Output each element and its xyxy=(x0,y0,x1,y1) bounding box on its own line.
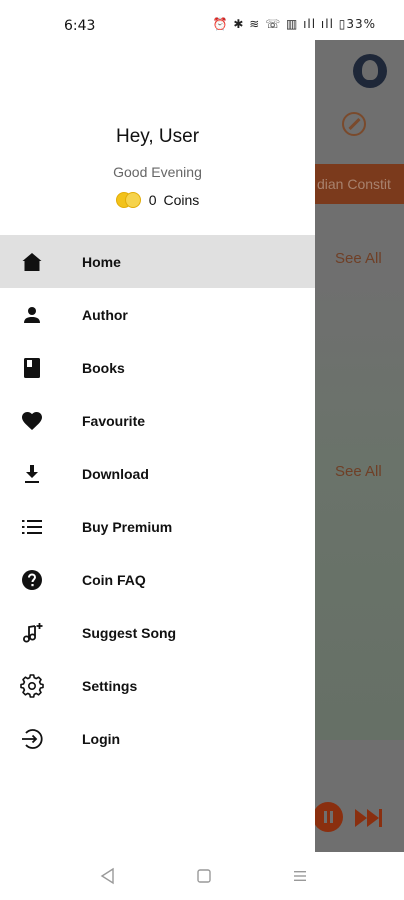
menu-item-books[interactable]: Books xyxy=(0,341,315,394)
menu-label-favourite: Favourite xyxy=(82,412,146,429)
greeting-title: Hey, User xyxy=(115,126,200,147)
login-icon xyxy=(22,729,43,749)
see-all-link-2: See All xyxy=(335,463,382,480)
menu-item-suggest-song[interactable]: Suggest Song xyxy=(0,606,315,659)
home-icon xyxy=(22,253,42,271)
menu-label-login: Login xyxy=(82,730,121,747)
coin-balance: 0 Coins xyxy=(0,192,315,208)
home-button-icon[interactable] xyxy=(194,866,214,886)
see-all-link-1: See All xyxy=(335,250,382,267)
menu-item-coin-faq[interactable]: Coin FAQ xyxy=(0,553,315,606)
menu-label-home: Home xyxy=(82,253,121,270)
help-circle-icon xyxy=(22,570,42,590)
status-icons: ⏰ ✱ ≋ ☏ ▥ ıll ıll ▯33% xyxy=(212,17,376,31)
status-time: 6:43 xyxy=(64,18,96,34)
avatar xyxy=(353,54,387,88)
back-icon[interactable] xyxy=(98,866,118,886)
menu-item-download[interactable]: Download xyxy=(0,447,315,500)
menu-label-buy-premium: Buy Premium xyxy=(82,518,173,535)
menu-item-author[interactable]: Author xyxy=(0,288,315,341)
navigation-drawer: Hey, User Good Evening 0 Coins Home Auth… xyxy=(0,40,315,852)
drawer-menu: Home Author Books Favourite Download Buy… xyxy=(0,235,315,765)
gear-icon xyxy=(20,674,44,698)
greeting-subtitle: Good Evening xyxy=(113,164,202,180)
status-bar: 6:43 ⏰ ✱ ≋ ☏ ▥ ıll ıll ▯33% xyxy=(0,0,404,40)
menu-label-coin-faq: Coin FAQ xyxy=(82,571,146,588)
system-nav-bar xyxy=(0,852,404,900)
menu-item-buy-premium[interactable]: Buy Premium xyxy=(0,500,315,553)
music-note-plus-icon xyxy=(23,623,43,643)
download-icon xyxy=(25,465,39,483)
background-banner: dian Constit xyxy=(315,164,404,204)
menu-item-favourite[interactable]: Favourite xyxy=(0,394,315,447)
background-content xyxy=(315,280,404,740)
menu-label-author: Author xyxy=(82,306,128,323)
skip-next-icon xyxy=(355,809,382,827)
menu-label-download: Download xyxy=(82,465,149,482)
person-icon xyxy=(24,307,40,323)
book-icon xyxy=(24,358,40,378)
mini-player xyxy=(315,794,404,852)
recents-icon[interactable] xyxy=(290,866,310,886)
menu-label-suggest-song: Suggest Song xyxy=(82,624,177,641)
background-app-scrim[interactable]: dian Constit See All See All xyxy=(315,40,404,852)
list-icon xyxy=(22,520,42,534)
menu-item-home[interactable]: Home xyxy=(0,235,315,288)
menu-label-books: Books xyxy=(82,359,125,376)
menu-item-login[interactable]: Login xyxy=(0,712,315,765)
heart-icon xyxy=(22,412,42,430)
menu-label-settings: Settings xyxy=(82,677,138,694)
menu-item-settings[interactable]: Settings xyxy=(0,659,315,712)
pause-icon xyxy=(315,802,343,832)
compass-icon xyxy=(342,112,366,136)
coin-icon xyxy=(115,192,142,208)
coin-label: Coins xyxy=(163,192,200,208)
coin-count: 0 xyxy=(148,192,157,208)
